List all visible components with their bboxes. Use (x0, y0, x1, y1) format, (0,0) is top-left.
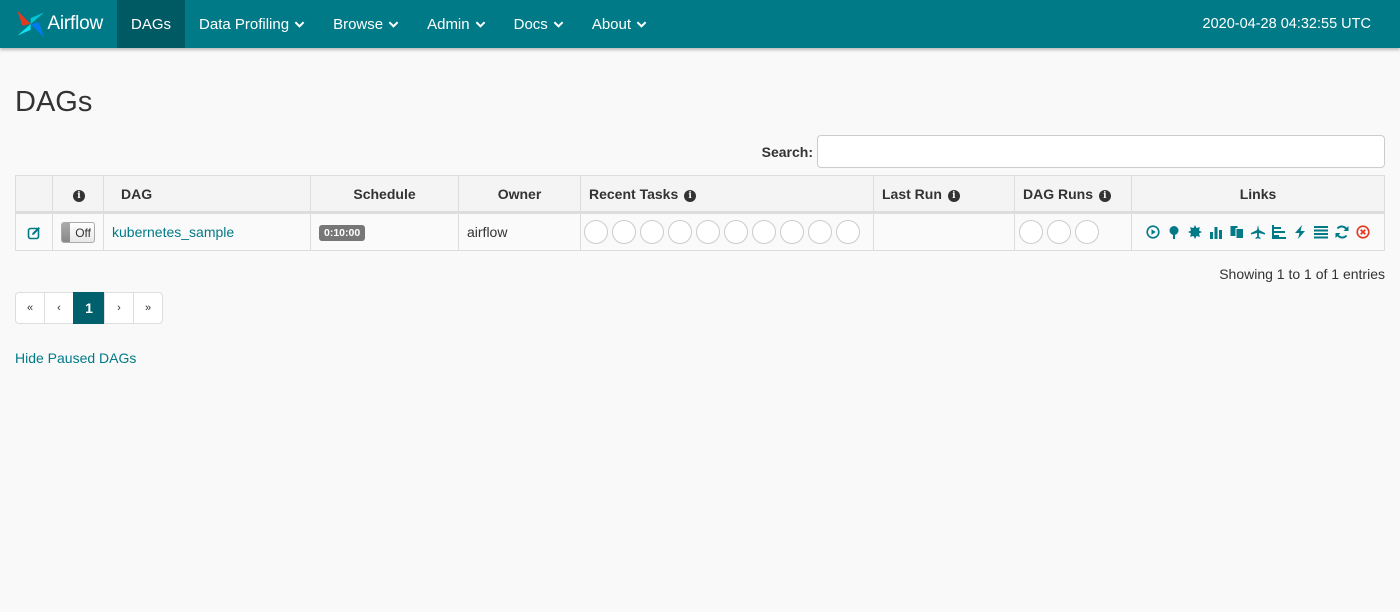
dag-run-state-circle[interactable] (1075, 220, 1099, 244)
col-dag-runs: DAG Runs i (1014, 175, 1132, 214)
task-state-circle[interactable] (640, 220, 664, 244)
task-state-circle[interactable] (724, 220, 748, 244)
top-navbar: Airflow DAGs Data Profiling Browse Admin… (0, 0, 1400, 48)
search-row: Search: (15, 135, 1385, 168)
col-toggle: i (52, 175, 104, 214)
dag-runs-cell (1014, 212, 1132, 251)
chevron-down-icon (636, 20, 647, 28)
dag-link[interactable]: kubernetes_sample (112, 224, 234, 240)
main-content: DAGs Search: i DAG Schedule Owner Recent… (0, 86, 1400, 368)
schedule-badge: 0:10:00 (319, 225, 366, 241)
dag-cell: kubernetes_sample (103, 212, 311, 251)
airflow-brand[interactable]: Airflow (0, 0, 117, 48)
nav-docs[interactable]: Docs (500, 0, 578, 48)
dag-runs-circles (1019, 220, 1127, 244)
brand-name: Airflow (47, 13, 103, 34)
info-icon[interactable]: i (684, 189, 697, 202)
trigger-dag-icon[interactable] (1146, 225, 1160, 239)
task-state-circle[interactable] (808, 220, 832, 244)
owner-cell: airflow (458, 212, 581, 251)
info-icon[interactable]: i (1098, 189, 1111, 202)
task-state-circle[interactable] (836, 220, 860, 244)
chevron-down-icon (294, 20, 305, 28)
toggle-cell: Off (52, 212, 104, 251)
page-next[interactable]: › (104, 292, 134, 324)
landing-times-icon[interactable] (1251, 225, 1265, 239)
recent-tasks-circles (584, 220, 870, 244)
recent-tasks-cell (580, 212, 874, 251)
col-recent-tasks: Recent Tasks i (580, 175, 874, 214)
last-run-cell (873, 212, 1015, 251)
dags-table: i DAG Schedule Owner Recent Tasks i Last… (15, 175, 1385, 251)
task-state-circle[interactable] (668, 220, 692, 244)
col-dag[interactable]: DAG (103, 175, 311, 214)
col-edit (15, 175, 53, 214)
dag-links (1140, 225, 1376, 239)
graph-view-icon[interactable] (1188, 225, 1202, 239)
links-cell (1131, 212, 1385, 251)
toggle-knob (62, 222, 70, 242)
airflow-logo-icon (17, 10, 45, 38)
dag-run-state-circle[interactable] (1047, 220, 1071, 244)
nav-admin[interactable]: Admin (413, 0, 500, 48)
task-tries-icon[interactable] (1230, 225, 1244, 239)
task-state-circle[interactable] (780, 220, 804, 244)
refresh-icon[interactable] (1335, 225, 1349, 239)
search-input[interactable] (817, 135, 1385, 168)
schedule-cell: 0:10:00 (310, 212, 459, 251)
page-last[interactable]: » (133, 292, 163, 324)
col-schedule[interactable]: Schedule (310, 175, 459, 214)
gantt-icon[interactable] (1272, 225, 1286, 239)
dag-run-state-circle[interactable] (1019, 220, 1043, 244)
page-first[interactable]: « (15, 292, 45, 324)
task-state-circle[interactable] (696, 220, 720, 244)
page-title: DAGs (15, 86, 93, 118)
nav-browse[interactable]: Browse (319, 0, 413, 48)
task-state-circle[interactable] (612, 220, 636, 244)
chevron-down-icon (475, 20, 485, 28)
code-icon[interactable] (1293, 225, 1307, 239)
logs-icon[interactable] (1314, 225, 1328, 239)
col-owner[interactable]: Owner (458, 175, 581, 214)
search-label: Search: (761, 143, 813, 160)
table-row: Off kubernetes_sample 0:10:00 airflow (15, 212, 1385, 251)
info-icon[interactable]: i (73, 189, 85, 202)
col-last-run: Last Run i (873, 175, 1015, 214)
chevron-down-icon (553, 20, 564, 28)
duration-icon[interactable] (1209, 225, 1223, 239)
hide-paused-dags-link[interactable]: Hide Paused DAGs (15, 350, 136, 366)
col-links: Links (1131, 175, 1385, 214)
edit-cell (15, 212, 53, 251)
info-icon[interactable]: i (947, 189, 960, 202)
task-state-circle[interactable] (752, 220, 776, 244)
delete-icon[interactable] (1356, 225, 1370, 239)
nav-data-profiling[interactable]: Data Profiling (185, 0, 319, 48)
entries-info: Showing 1 to 1 of 1 entries (1219, 266, 1385, 282)
page-prev[interactable]: ‹ (44, 292, 74, 324)
nav-about[interactable]: About (578, 0, 661, 48)
nav-dags[interactable]: DAGs (117, 0, 186, 48)
pagination: « ‹ 1 › » (15, 292, 1385, 324)
edit-icon[interactable] (27, 226, 41, 240)
task-state-circle[interactable] (584, 220, 608, 244)
page-1[interactable]: 1 (73, 292, 105, 324)
dag-pause-toggle[interactable]: Off (61, 221, 95, 243)
tree-view-icon[interactable] (1167, 225, 1181, 239)
chevron-down-icon (388, 20, 399, 28)
server-time: 2020-04-28 04:32:55 UTC (1202, 16, 1371, 32)
